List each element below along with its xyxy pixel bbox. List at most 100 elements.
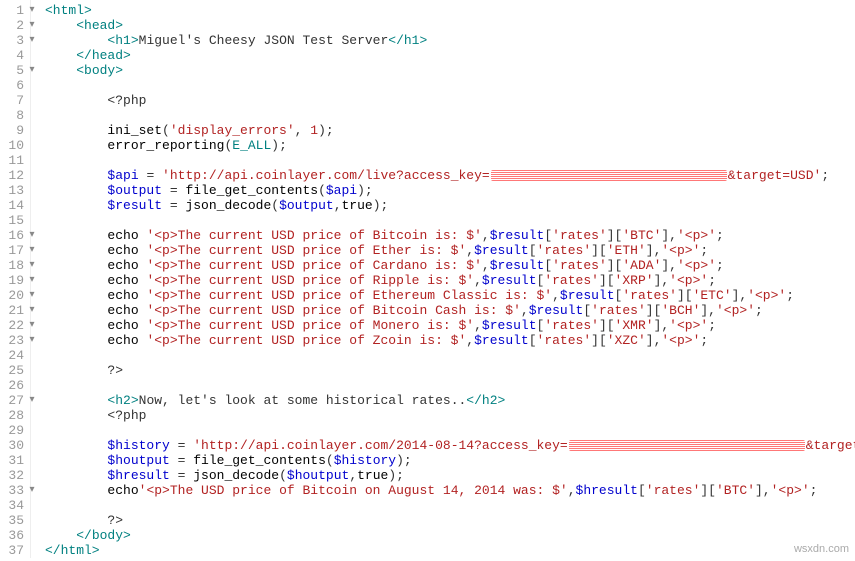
code-line[interactable]: <html> xyxy=(45,3,855,18)
line-number: 29 xyxy=(0,423,24,438)
code-line[interactable]: echo'<p>The USD price of Bitcoin on Augu… xyxy=(45,483,855,498)
code-line[interactable] xyxy=(45,348,855,363)
fold-icon[interactable]: ▾ xyxy=(27,33,37,48)
token: </body> xyxy=(76,528,131,543)
token: <h1> xyxy=(107,33,138,48)
code-line[interactable]: $houtput = file_get_contents($history); xyxy=(45,453,855,468)
token: ; xyxy=(821,168,829,183)
code-line[interactable]: <head> xyxy=(45,18,855,33)
fold-icon[interactable]: ▾ xyxy=(27,318,37,333)
fold-icon[interactable]: ▾ xyxy=(27,288,37,303)
fold-icon[interactable]: ▾ xyxy=(27,273,37,288)
token: ; xyxy=(786,288,794,303)
token: file_get_contents xyxy=(185,183,318,198)
line-number: 17▾ xyxy=(0,243,24,258)
token: ; xyxy=(716,228,724,243)
code-line[interactable]: echo '<p>The current USD price of Ethere… xyxy=(45,288,855,303)
line-number: 20▾ xyxy=(0,288,24,303)
token: 'XRP' xyxy=(615,273,654,288)
code-line[interactable]: $history = 'http://api.coinlayer.com/201… xyxy=(45,438,855,453)
code-line[interactable]: <h1>Miguel's Cheesy JSON Test Server</h1… xyxy=(45,33,855,48)
fold-icon[interactable]: ▾ xyxy=(27,63,37,78)
code-line[interactable]: echo '<p>The current USD price of Bitcoi… xyxy=(45,303,855,318)
code-line[interactable]: echo '<p>The current USD price of Ripple… xyxy=(45,273,855,288)
line-number: 32 xyxy=(0,468,24,483)
token: '<p>' xyxy=(716,303,755,318)
line-number: 13 xyxy=(0,183,24,198)
line-number: 4 xyxy=(0,48,24,63)
code-line[interactable] xyxy=(45,108,855,123)
line-number: 7 xyxy=(0,93,24,108)
code-line[interactable]: $api = 'http://api.coinlayer.com/live?ac… xyxy=(45,168,855,183)
code-line[interactable]: echo '<p>The current USD price of Zcoin … xyxy=(45,333,855,348)
code-line[interactable] xyxy=(45,213,855,228)
code-line[interactable]: </head> xyxy=(45,48,855,63)
line-number: 5▾ xyxy=(0,63,24,78)
code-line[interactable] xyxy=(45,153,855,168)
code-line[interactable]: ?> xyxy=(45,363,855,378)
code-line[interactable]: </body> xyxy=(45,528,855,543)
token: Miguel's Cheesy JSON Test Server xyxy=(139,33,389,48)
line-number: 19▾ xyxy=(0,273,24,288)
token: error_reporting xyxy=(107,138,224,153)
code-line[interactable]: $result = json_decode($output,true); xyxy=(45,198,855,213)
watermark: wsxdn.com xyxy=(794,542,849,557)
code-line[interactable]: <h2>Now, let's look at some historical r… xyxy=(45,393,855,408)
code-line[interactable]: error_reporting(E_ALL); xyxy=(45,138,855,153)
fold-icon[interactable]: ▾ xyxy=(27,243,37,258)
fold-icon[interactable]: ▾ xyxy=(27,3,37,18)
code-line[interactable]: $hresult = json_decode($houtput,true); xyxy=(45,468,855,483)
fold-icon[interactable]: ▾ xyxy=(27,393,37,408)
token: ); xyxy=(271,138,287,153)
code-line[interactable] xyxy=(45,423,855,438)
line-number: 23▾ xyxy=(0,333,24,348)
line-number: 22▾ xyxy=(0,318,24,333)
line-number: 8 xyxy=(0,108,24,123)
token: ); xyxy=(388,468,404,483)
token: '<p>The current USD price of Zcoin is: $… xyxy=(146,333,466,348)
code-line[interactable]: <body> xyxy=(45,63,855,78)
code-line[interactable]: echo '<p>The current USD price of Bitcoi… xyxy=(45,228,855,243)
code-line[interactable] xyxy=(45,498,855,513)
fold-icon[interactable]: ▾ xyxy=(27,258,37,273)
line-number: 30 xyxy=(0,438,24,453)
fold-icon[interactable]: ▾ xyxy=(27,333,37,348)
token: 'rates' xyxy=(622,288,677,303)
token: , xyxy=(466,333,474,348)
line-number: 2▾ xyxy=(0,18,24,33)
fold-icon[interactable]: ▾ xyxy=(27,483,37,498)
code-line[interactable]: echo '<p>The current USD price of Ether … xyxy=(45,243,855,258)
code-line[interactable]: <?php xyxy=(45,93,855,108)
code-line[interactable] xyxy=(45,378,855,393)
token: 'BCH' xyxy=(661,303,700,318)
fold-icon[interactable]: ▾ xyxy=(27,228,37,243)
token: echo xyxy=(107,333,146,348)
code-line[interactable]: <?php xyxy=(45,408,855,423)
token: 'http://api.coinlayer.com/2014-08-14?acc… xyxy=(193,438,567,453)
token: '<p>The current USD price of Monero is: … xyxy=(146,318,474,333)
token: ?> xyxy=(107,513,123,528)
token: ; xyxy=(708,273,716,288)
code-line[interactable]: </html> xyxy=(45,543,855,558)
line-number: 9 xyxy=(0,123,24,138)
code-line[interactable]: echo '<p>The current USD price of Monero… xyxy=(45,318,855,333)
code-line[interactable]: echo '<p>The current USD price of Cardan… xyxy=(45,258,855,273)
token: '<p>The USD price of Bitcoin on August 1… xyxy=(139,483,568,498)
code-line[interactable]: ?> xyxy=(45,513,855,528)
token: ][ xyxy=(677,288,693,303)
token: ][ xyxy=(599,318,615,333)
code-area[interactable]: <html> <head> <h1>Miguel's Cheesy JSON T… xyxy=(31,0,855,558)
token: echo xyxy=(107,273,146,288)
code-line[interactable] xyxy=(45,78,855,93)
code-line[interactable]: ini_set('display_errors', 1); xyxy=(45,123,855,138)
token: $result xyxy=(529,303,584,318)
token: , xyxy=(334,198,342,213)
fold-icon[interactable]: ▾ xyxy=(27,303,37,318)
token: , xyxy=(568,483,576,498)
fold-icon[interactable]: ▾ xyxy=(27,18,37,33)
line-number: 6 xyxy=(0,78,24,93)
code-line[interactable]: $output = file_get_contents($api); xyxy=(45,183,855,198)
token: ); xyxy=(357,183,373,198)
token: 'BTC' xyxy=(716,483,755,498)
token: = xyxy=(170,453,193,468)
